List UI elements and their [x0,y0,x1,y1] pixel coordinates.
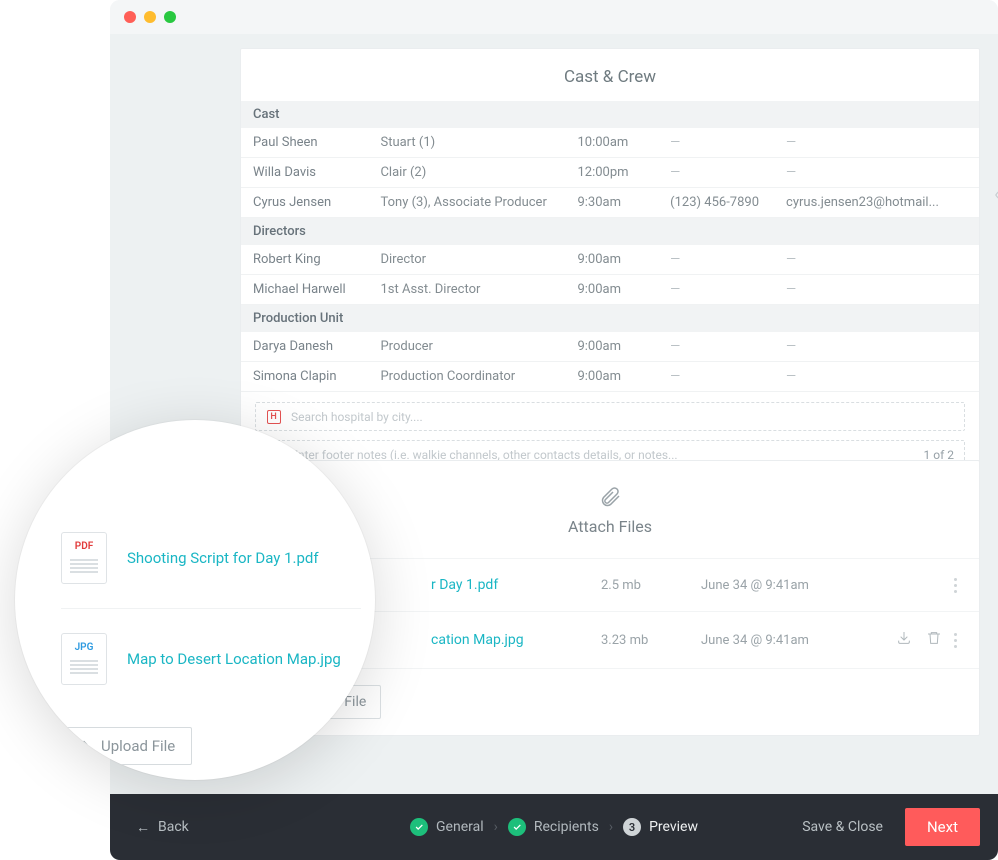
footer-bar: ← Back General › Recipients › 3 Preview … [110,794,998,860]
zoom-file-row: JPG Map to Desert Location Map.jpg [61,609,361,709]
back-label: Back [158,819,189,835]
table-row[interactable]: Willa DavisClair (2)12:00pm—— [241,158,979,188]
zoom-file-name[interactable]: Map to Desert Location Map.jpg [127,650,341,668]
table-cell: 1st Asst. Director [368,275,565,305]
zoom-lens: PDF Shooting Script for Day 1.pdf JPG Ma… [15,420,375,780]
table-cell: Tony (3), Associate Producer [368,188,565,218]
file-date: June 34 @ 9:41am [701,633,896,648]
window-minimize-icon[interactable] [144,11,156,23]
zoom-file-row: PDF Shooting Script for Day 1.pdf [61,508,361,609]
table-cell: (123) 456-7890 [658,188,774,218]
table-cell: — [774,128,979,158]
window-zoom-icon[interactable] [164,11,176,23]
file-size: 2.5 mb [601,578,701,593]
table-cell: Clair (2) [368,158,565,188]
table-cell: 9:30am [565,188,658,218]
table-cell: — [774,362,979,392]
table-cell: Producer [368,332,565,362]
check-icon [410,818,428,836]
table-cell: 9:00am [565,332,658,362]
step-number-badge: 3 [623,818,641,836]
download-icon[interactable] [896,630,912,650]
table-cell: — [774,158,979,188]
window-titlebar [110,0,998,34]
next-button[interactable]: Next [905,808,980,846]
table-cell: Paul Sheen [241,128,368,158]
table-cell: 12:00pm [565,158,658,188]
hospital-placeholder: Search hospital by city.... [291,410,423,424]
cast-crew-panel: Cast & Crew CastPaul SheenStuart (1)10:0… [240,48,980,495]
window-close-icon[interactable] [124,11,136,23]
more-icon[interactable] [954,633,957,648]
table-cell: Stuart (1) [368,128,565,158]
table-cell: — [658,332,774,362]
table-cell: — [774,245,979,275]
zoom-file-name[interactable]: Shooting Script for Day 1.pdf [127,549,319,567]
table-cell: Production Coordinator [368,362,565,392]
file-size: 3.23 mb [601,633,701,648]
table-cell: cyrus.jensen23@hotmail... [774,188,979,218]
file-ext-label: PDF [75,541,93,552]
table-row[interactable]: Darya DaneshProducer9:00am—— [241,332,979,362]
chevron-right-icon: › [494,819,498,835]
file-date: June 34 @ 9:41am [701,578,942,593]
table-cell: Michael Harwell [241,275,368,305]
table-row[interactable]: Michael Harwell1st Asst. Director9:00am—… [241,275,979,305]
table-cell: 9:00am [565,245,658,275]
table-cell: 10:00am [565,128,658,158]
file-icon: PDF [61,532,107,584]
check-icon [508,818,526,836]
table-cell: — [658,275,774,305]
trash-icon[interactable] [926,630,942,650]
table-cell: — [658,128,774,158]
chevron-right-icon: › [609,819,613,835]
cast-crew-title: Cast & Crew [241,67,979,87]
hospital-icon: H [267,410,281,424]
cast-crew-table: CastPaul SheenStuart (1)10:00am——Willa D… [241,101,979,392]
arrow-left-icon: ← [136,819,150,836]
zoom-upload-button[interactable]: Upload File [63,727,192,765]
table-cell: 9:00am [565,275,658,305]
zoom-upload-label: Upload File [101,737,175,755]
file-icon: JPG [61,633,107,685]
table-cell: Simona Clapin [241,362,368,392]
hospital-search-input[interactable]: H Search hospital by city.... [255,402,965,431]
table-cell: — [658,245,774,275]
step-general[interactable]: General [410,818,484,836]
table-cell: — [774,332,979,362]
file-ext-label: JPG [75,642,94,653]
group-header: Cast [241,101,979,128]
step-recipients[interactable]: Recipients [508,818,599,836]
table-cell: Cyrus Jensen [241,188,368,218]
back-button[interactable]: ← Back [136,819,189,836]
table-row[interactable]: Robert KingDirector9:00am—— [241,245,979,275]
table-cell: — [774,275,979,305]
table-row[interactable]: Cyrus JensenTony (3), Associate Producer… [241,188,979,218]
table-row[interactable]: Paul SheenStuart (1)10:00am—— [241,128,979,158]
table-cell: Director [368,245,565,275]
table-cell: — [658,158,774,188]
table-cell: — [658,362,774,392]
wizard-steps: General › Recipients › 3 Preview [410,818,698,836]
table-cell: Willa Davis [241,158,368,188]
save-close-button[interactable]: Save & Close [802,819,883,835]
step-preview[interactable]: 3 Preview [623,818,698,836]
table-cell: 9:00am [565,362,658,392]
table-cell: Darya Danesh [241,332,368,362]
table-cell: Robert King [241,245,368,275]
table-row[interactable]: Simona ClapinProduction Coordinator9:00a… [241,362,979,392]
group-header: Production Unit [241,305,979,333]
group-header: Directors [241,218,979,246]
more-icon[interactable] [954,578,957,593]
